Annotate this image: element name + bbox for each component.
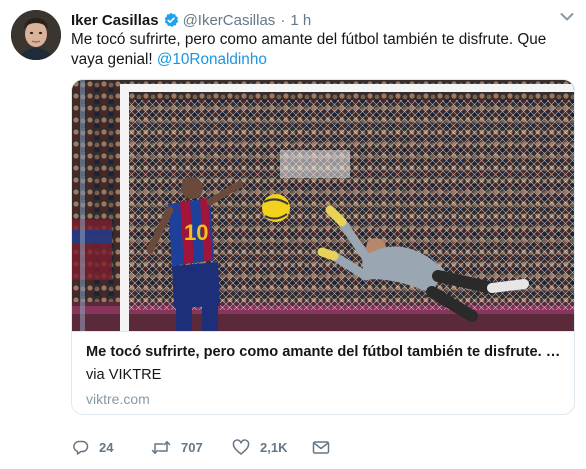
tweet-body-text: Me tocó sufrirte, pero como amante del f… <box>71 31 547 68</box>
tweet-options-caret[interactable] <box>560 12 574 22</box>
card-domain[interactable]: viktre.com <box>86 391 150 407</box>
retweet-icon <box>151 440 171 454</box>
envelope-icon <box>312 440 330 454</box>
avatar[interactable] <box>11 10 61 60</box>
tweet-header: Iker Casillas @IkerCasillas · 1 h <box>71 10 311 30</box>
reply-icon <box>73 440 89 455</box>
tweet-timestamp[interactable]: 1 h <box>290 12 311 29</box>
header-separator: · <box>280 11 286 29</box>
author-handle[interactable]: @IkerCasillas <box>183 12 276 29</box>
mention-link[interactable]: @10Ronaldinho <box>157 51 267 68</box>
like-count: 2,1K <box>260 439 288 455</box>
direct-message-button[interactable] <box>312 437 330 457</box>
card-body[interactable]: Me tocó sufrirte, pero como amante del f… <box>72 331 574 414</box>
retweet-button[interactable]: 707 <box>151 437 203 457</box>
retweet-count: 707 <box>181 439 203 455</box>
avatar-image <box>11 10 61 60</box>
reply-button[interactable]: 24 <box>72 437 113 457</box>
tweet-text: Me tocó sufrirte, pero como amante del f… <box>71 30 571 70</box>
svg-text:10: 10 <box>184 220 208 245</box>
author-name[interactable]: Iker Casillas <box>71 12 159 29</box>
link-card[interactable]: 10 Me tocó sufrirte, pero como amante de… <box>71 79 575 415</box>
card-photo: 10 <box>72 80 574 331</box>
card-image[interactable]: 10 <box>72 80 574 331</box>
chevron-down-icon <box>560 13 574 21</box>
verified-badge-icon <box>163 12 179 28</box>
heart-icon <box>232 438 250 455</box>
card-title[interactable]: Me tocó sufrirte, pero como amante del f… <box>86 344 562 360</box>
tweet[interactable]: Iker Casillas @IkerCasillas · 1 h Me toc… <box>0 0 586 469</box>
like-button[interactable]: 2,1K <box>232 437 287 457</box>
reply-count: 24 <box>99 439 114 455</box>
card-description: via VIKTRE <box>86 367 162 383</box>
